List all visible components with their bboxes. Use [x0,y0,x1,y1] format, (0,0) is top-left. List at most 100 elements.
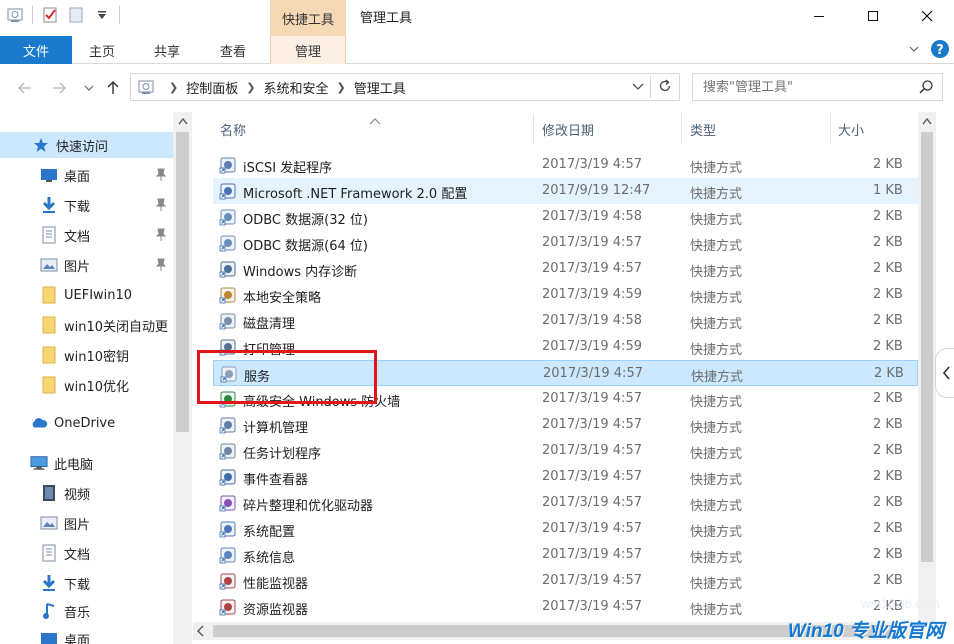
breadcrumb-system-security[interactable]: 系统和安全 [263,78,328,97]
quick-access-toolbar [6,6,120,24]
navigation-pane: 快速访问 桌面 下载 文档 图片 UEFIwin10 win10关闭自动更 wi… [0,112,192,644]
tab-view[interactable]: 查看 [202,36,264,64]
file-type: 快捷方式 [690,447,743,462]
tab-home[interactable]: 主页 [72,36,132,64]
chevron-right-icon[interactable]: ❯ [169,81,178,94]
column-date[interactable]: 修改日期 [542,120,594,139]
address-row: ❯ 控制面板 ❯ 系统和安全 ❯ 管理工具 [0,64,954,112]
pin-icon[interactable] [155,198,167,216]
file-type: 快捷方式 [690,551,743,566]
nav-item-downloads[interactable]: 下载 [0,192,90,218]
control-panel-icon[interactable] [6,6,24,24]
file-size: 2 KB [874,366,904,381]
nav-item-desktop[interactable]: 桌面 [0,162,90,188]
nav-item-folder-win10-optimize[interactable]: win10优化 [0,372,129,398]
nav-item-documents[interactable]: 文档 [0,222,90,248]
nav-item-videos[interactable]: 视频 [0,480,90,506]
pin-icon[interactable] [155,258,167,276]
column-size[interactable]: 大小 [838,120,864,139]
tab-file[interactable]: 文件 [0,36,72,64]
file-list-scroll-thumb[interactable] [921,132,933,562]
computer-icon [30,454,48,472]
nav-item-pictures-pc[interactable]: 图片 [0,510,90,536]
nav-item-this-pc[interactable]: 此电脑 [0,450,93,476]
file-type: 快捷方式 [690,525,743,540]
column-divider[interactable] [681,114,682,144]
close-button[interactable] [900,0,954,32]
nav-item-quick-access[interactable]: 快速访问 [0,132,173,158]
file-size: 2 KB [873,209,903,224]
pin-icon[interactable] [155,228,167,246]
file-row[interactable]: 磁盘清理 2017/3/19 4:58 快捷方式 2 KB [213,308,918,334]
maximize-button[interactable] [846,0,900,32]
expand-ribbon-chevron-icon[interactable] [908,43,920,59]
nav-item-documents-pc[interactable]: 文档 [0,540,90,566]
search-icon[interactable] [918,79,934,99]
file-row[interactable]: Microsoft .NET Framework 2.0 配置 2017/9/19… [213,178,918,204]
column-type[interactable]: 类型 [690,120,716,139]
pin-icon[interactable] [155,168,167,186]
file-size: 2 KB [873,469,903,484]
file-date: 2017/3/19 4:57 [542,599,642,614]
nav-scroll-thumb[interactable] [176,132,189,432]
customize-toolbar-icon[interactable] [93,6,111,24]
search-input[interactable] [703,79,903,95]
scroll-up-arrow-icon[interactable] [173,112,191,130]
chevron-right-icon[interactable]: ❯ [336,81,345,94]
nav-item-folder-win10-auto-update[interactable]: win10关闭自动更 [0,312,168,338]
file-row[interactable]: 本地安全策略 2017/3/19 4:59 快捷方式 2 KB [213,282,918,308]
address-history-chevron-down-icon[interactable] [631,79,645,97]
expand-pane-handle[interactable] [935,348,954,398]
file-name: Windows 内存诊断 [243,265,358,280]
tab-manage[interactable]: 管理 [270,36,346,64]
search-box[interactable] [692,73,943,101]
properties-icon[interactable] [41,6,59,24]
file-row[interactable]: iSCSI 发起程序 2017/3/19 4:57 快捷方式 2 KB [213,152,918,178]
file-list-pane: 名称 修改日期 类型 大小 iSCSI 发起程序 2017/3/19 4:57 快捷… [193,112,954,644]
scroll-left-arrow-icon[interactable] [195,625,205,641]
minimize-button[interactable] [792,0,846,32]
file-row[interactable]: 碎片整理和优化驱动器 2017/3/19 4:57 快捷方式 2 KB [213,490,918,516]
nav-item-folder-uefiwin10[interactable]: UEFIwin10 [0,282,132,308]
file-row[interactable]: 事件查看器 2017/3/19 4:57 快捷方式 2 KB [213,464,918,490]
nav-item-onedrive[interactable]: OneDrive [0,410,115,436]
folder-icon [40,316,58,334]
back-button[interactable] [14,76,36,100]
help-icon[interactable]: ? [930,39,950,63]
column-divider[interactable] [830,114,831,144]
refresh-icon[interactable] [657,78,673,98]
file-name: 系统配置 [243,525,296,540]
scroll-up-arrow-icon[interactable] [918,112,936,130]
up-button[interactable] [102,76,124,100]
file-row[interactable]: ODBC 数据源(64 位) 2017/3/19 4:57 快捷方式 2 KB [213,230,918,256]
download-icon [40,196,58,214]
column-divider[interactable] [533,114,534,144]
file-row[interactable]: 系统信息 2017/3/19 4:57 快捷方式 2 KB [213,542,918,568]
nav-item-folder-win10-key[interactable]: win10密钥 [0,342,129,368]
nav-scrollbar[interactable] [173,112,191,644]
breadcrumb-control-panel[interactable]: 控制面板 [186,78,238,97]
shortcut-icon [219,234,237,252]
chevron-right-icon[interactable]: ❯ [246,81,255,94]
file-list-scrollbar[interactable] [918,112,936,622]
file-row[interactable]: 性能监视器 2017/3/19 4:57 快捷方式 2 KB [213,568,918,594]
file-row[interactable]: 任务计划程序 2017/3/19 4:57 快捷方式 2 KB [213,438,918,464]
file-row[interactable]: 系统配置 2017/3/19 4:57 快捷方式 2 KB [213,516,918,542]
forward-button[interactable] [48,76,70,100]
file-row[interactable]: Windows 内存诊断 2017/3/19 4:57 快捷方式 2 KB [213,256,918,282]
column-name[interactable]: 名称 [220,120,246,139]
recent-locations-button[interactable] [78,76,100,100]
file-date: 2017/3/19 4:58 [542,313,642,328]
nav-item-music[interactable]: 音乐 [0,598,90,624]
address-bar[interactable]: ❯ 控制面板 ❯ 系统和安全 ❯ 管理工具 [130,73,680,101]
new-folder-icon[interactable] [67,6,85,24]
nav-item-pictures[interactable]: 图片 [0,252,90,278]
file-row[interactable]: 计算机管理 2017/3/19 4:57 快捷方式 2 KB [213,412,918,438]
nav-item-downloads-pc[interactable]: 下载 [0,570,90,596]
file-type: 快捷方式 [690,239,743,254]
file-type: 快捷方式 [690,187,743,202]
file-row[interactable]: ODBC 数据源(32 位) 2017/3/19 4:58 快捷方式 2 KB [213,204,918,230]
breadcrumb-admin-tools[interactable]: 管理工具 [354,78,406,97]
tab-share[interactable]: 共享 [134,36,200,64]
nav-item-desktop-pc[interactable]: 桌面 [0,626,90,644]
